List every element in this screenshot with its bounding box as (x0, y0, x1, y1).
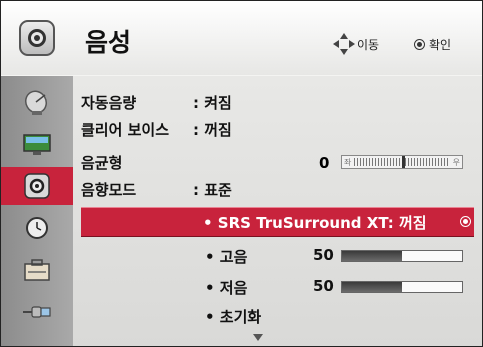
page-title: 음성 (85, 28, 132, 57)
menu-item-auto-volume[interactable]: 자동음량 : 켜짐 (81, 92, 232, 113)
treble-value: 50 (313, 246, 334, 264)
connector-icon (22, 299, 52, 325)
sound-menu-panel: 자동음량 : 켜짐 클리어 보이스 : 꺼짐 음균형 0 좌 우 음향모드 : … (73, 76, 482, 346)
menu-item-label: 음향모드 (81, 181, 137, 199)
submenu-item-reset[interactable]: • 초기화 (205, 306, 261, 327)
speaker-icon (22, 173, 52, 199)
sidebar-item-sound[interactable] (1, 167, 73, 205)
menu-item-clear-voice[interactable]: 클리어 보이스 : 꺼짐 (81, 119, 232, 140)
submenu-item-treble[interactable]: • 고음 (205, 246, 247, 267)
menu-item-sound-mode[interactable]: 음향모드 : 표준 (81, 179, 232, 200)
sidebar-item-option[interactable] (1, 251, 73, 289)
sidebar-item-input[interactable] (1, 293, 73, 331)
confirm-hint-label: 확인 (429, 38, 452, 52)
ok-button-icon (414, 39, 425, 50)
speaker-icon (19, 20, 55, 56)
osd-window: 음성 이동 확인 자동음량: 켜짐 클리어 보이스: 꺼짐 음균형 0 좌 … (0, 0, 483, 347)
toolbox-icon (22, 257, 52, 283)
move-hint-label: 이동 (357, 37, 380, 52)
balance-right-label: 우 (452, 157, 460, 167)
submenu-item-label: • SRS TruSurround XT: 꺼짐 (203, 214, 427, 232)
treble-level-fill (342, 251, 402, 261)
ok-button-icon (460, 216, 471, 227)
clock-icon (22, 215, 52, 241)
submenu-item-bass[interactable]: • 저음 (205, 277, 247, 298)
balance-slider[interactable]: 좌 우 (341, 155, 463, 169)
direction-arrows-icon (333, 33, 355, 55)
balance-value: 0 (319, 154, 330, 172)
category-sidebar (1, 76, 73, 346)
menu-item-label: 음균형 (81, 154, 123, 172)
move-hint: 이동 (333, 33, 380, 55)
satellite-dish-icon (22, 90, 52, 116)
bass-level-fill (342, 282, 402, 292)
menu-item-value: : 켜짐 (193, 94, 232, 112)
sidebar-item-picture[interactable] (1, 126, 73, 164)
scroll-down-arrow-icon[interactable] (253, 334, 263, 341)
menu-item-value: : 꺼짐 (193, 121, 232, 139)
balance-scale (354, 156, 450, 168)
sidebar-item-time[interactable] (1, 209, 73, 247)
submenu-item-srs[interactable]: • SRS TruSurround XT: 꺼짐 (81, 207, 474, 237)
monitor-icon (22, 132, 52, 158)
menu-item-label: 클리어 보이스 (81, 121, 170, 139)
sidebar-item-channel[interactable] (1, 84, 73, 122)
treble-slider[interactable] (341, 250, 463, 262)
bass-slider[interactable] (341, 281, 463, 293)
menu-item-balance[interactable]: 음균형 (81, 152, 122, 173)
balance-knob[interactable] (402, 156, 405, 168)
bass-value: 50 (313, 277, 334, 295)
menu-header: 음성 이동 확인 (1, 1, 482, 75)
balance-left-label: 좌 (344, 157, 352, 167)
confirm-hint: 확인 (414, 36, 451, 53)
menu-item-value: : 표준 (193, 181, 232, 199)
menu-item-label: 자동음량 (81, 94, 137, 112)
